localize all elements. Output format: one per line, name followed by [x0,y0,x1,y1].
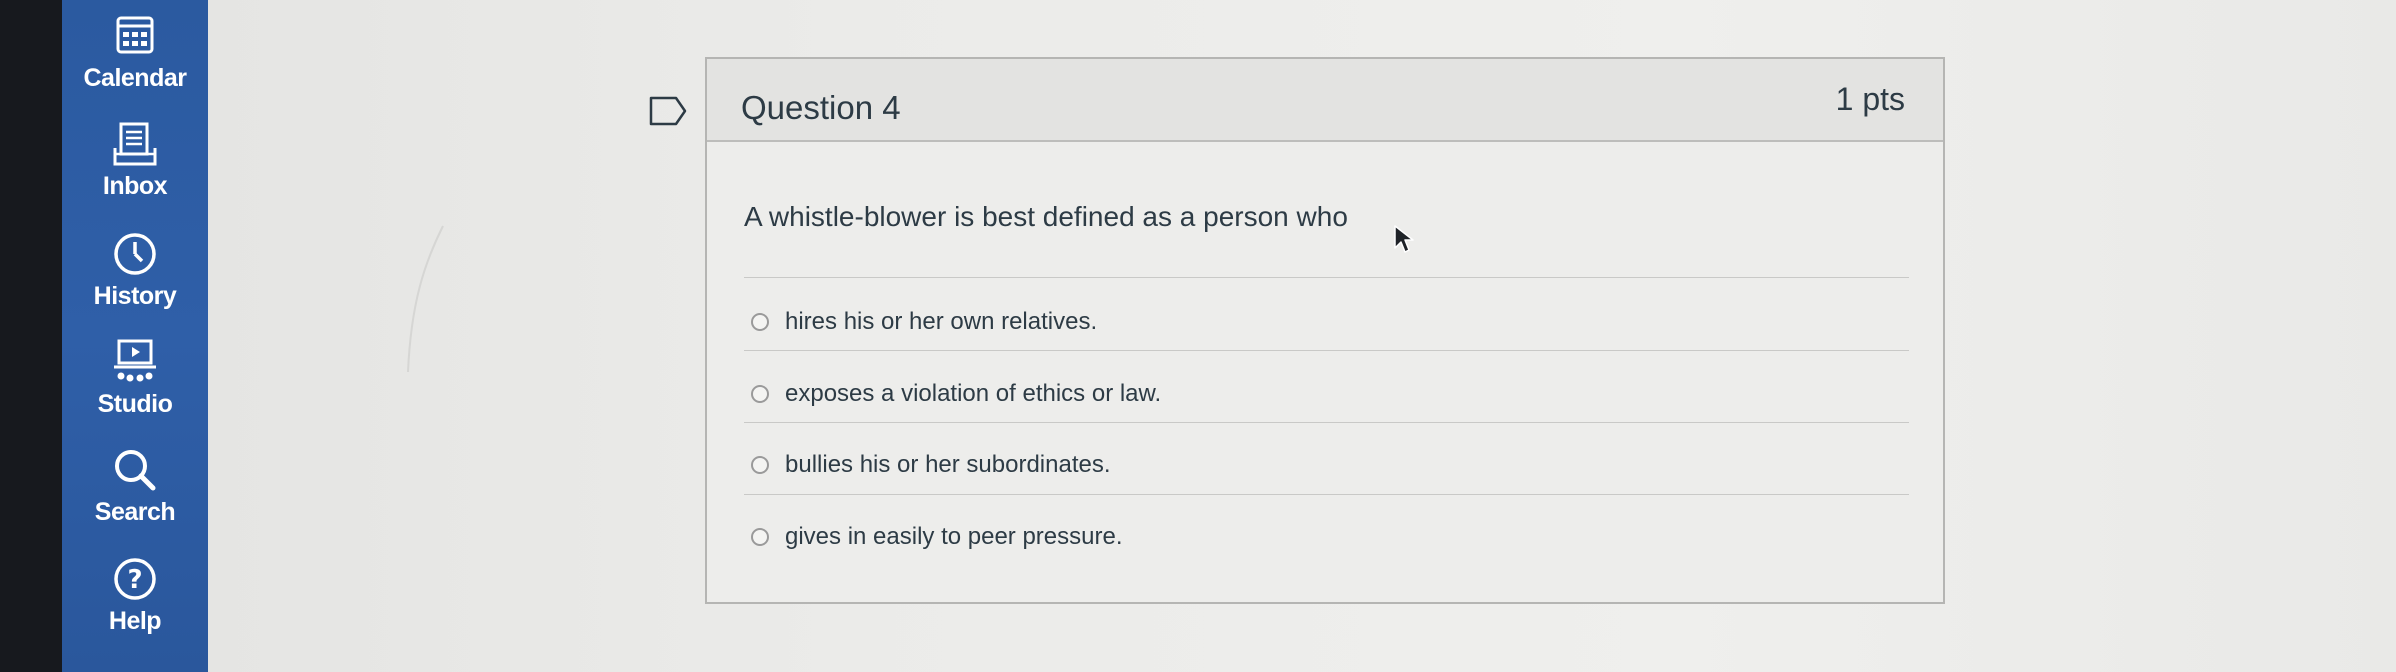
svg-text:?: ? [127,565,142,595]
answer-option-1[interactable]: hires his or her own relatives. [751,302,1097,342]
nav-history-label: History [93,282,177,310]
answer-label: hires his or her own relatives. [785,308,1098,335]
nav-calendar-label: Calendar [83,64,187,92]
divider [744,422,1909,423]
decorative-mark [407,225,444,373]
radio-button[interactable] [751,313,769,331]
question-card: Question 4 1 pts A whistle-blower is bes… [705,57,1945,604]
radio-button[interactable] [751,528,769,546]
global-nav-sidebar: Calendar Inbox History Studio Search ? H… [62,0,208,672]
calendar-icon [116,16,154,54]
answer-label: exposes a violation of ethics or law. [785,380,1162,407]
clock-icon [114,233,156,275]
radio-button[interactable] [751,456,769,474]
nav-inbox[interactable]: Inbox [62,118,208,201]
inbox-icon [113,122,157,166]
screen-bezel [0,0,62,672]
studio-icon [114,339,156,382]
nav-calendar[interactable]: Calendar [62,10,208,93]
answer-label: gives in easily to peer pressure. [785,523,1123,550]
radio-button[interactable] [751,385,769,403]
nav-search[interactable]: Search [62,444,208,527]
mouse-cursor-icon [1394,225,1414,253]
nav-history[interactable]: History [62,228,208,311]
nav-search-label: Search [94,498,176,526]
nav-help[interactable]: ? Help [62,553,208,636]
nav-inbox-label: Inbox [102,172,168,200]
question-points: 1 pts [1835,81,1905,117]
answer-label: bullies his or her subordinates. [785,451,1111,478]
divider [744,277,1909,278]
question-header: Question 4 1 pts [707,59,1943,142]
divider [744,494,1909,495]
answer-option-4[interactable]: gives in easily to peer pressure. [751,517,1123,557]
answer-option-3[interactable]: bullies his or her subordinates. [751,445,1111,485]
question-text: A whistle-blower is best defined as a pe… [744,201,1348,232]
nav-help-label: Help [108,607,162,635]
help-icon: ? [114,558,156,600]
question-title: Question 4 [741,89,901,126]
nav-studio-label: Studio [97,390,173,418]
nav-studio[interactable]: Studio [62,336,208,419]
search-icon [115,450,156,491]
bookmark-flag-icon[interactable] [648,95,688,127]
answer-option-2[interactable]: exposes a violation of ethics or law. [751,374,1161,414]
divider [744,350,1909,351]
